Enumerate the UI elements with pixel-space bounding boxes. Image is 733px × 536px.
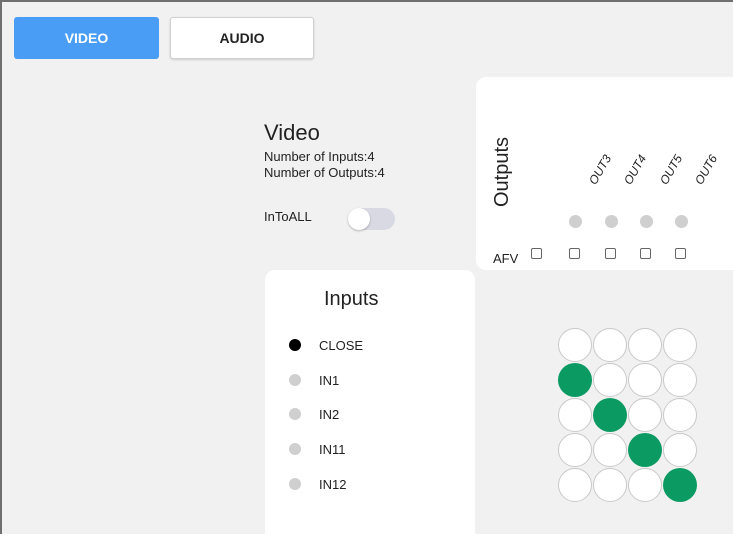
matrix-cell[interactable] <box>628 328 662 362</box>
matrix-cell[interactable] <box>558 468 592 502</box>
matrix-cell[interactable] <box>628 398 662 432</box>
output-status-dot <box>605 215 618 228</box>
matrix-cell[interactable] <box>663 363 697 397</box>
matrix-cell[interactable] <box>558 398 592 432</box>
input-radio-dot[interactable] <box>289 339 301 351</box>
output-status-dot <box>569 215 582 228</box>
matrix-cell[interactable] <box>593 433 627 467</box>
matrix-cell[interactable] <box>628 468 662 502</box>
tab-audio[interactable]: AUDIO <box>170 17 314 59</box>
output-afv-checkbox[interactable] <box>569 248 580 259</box>
matrix-cell-active[interactable] <box>628 433 662 467</box>
input-label[interactable]: IN2 <box>319 407 339 422</box>
matrix-cell[interactable] <box>558 328 592 362</box>
number-of-outputs: Number of Outputs:4 <box>264 165 385 180</box>
matrix-cell[interactable] <box>628 363 662 397</box>
input-label[interactable]: IN11 <box>319 442 346 457</box>
output-afv-checkbox[interactable] <box>605 248 616 259</box>
matrix-cell-active[interactable] <box>663 468 697 502</box>
afv-checkbox[interactable] <box>531 248 542 259</box>
matrix-cell[interactable] <box>663 328 697 362</box>
input-radio-dot[interactable] <box>289 443 301 455</box>
input-label[interactable]: IN1 <box>319 373 339 388</box>
matrix-cell[interactable] <box>663 433 697 467</box>
output-afv-checkbox[interactable] <box>640 248 651 259</box>
section-title: Video <box>264 120 320 145</box>
intoall-toggle[interactable] <box>348 208 395 230</box>
outputs-title: Outputs <box>491 136 513 207</box>
matrix-cell[interactable] <box>663 398 697 432</box>
input-radio-dot[interactable] <box>289 374 301 386</box>
matrix-cell[interactable] <box>593 363 627 397</box>
matrix-cell-active[interactable] <box>558 363 592 397</box>
output-status-dot <box>640 215 653 228</box>
toggle-knob <box>348 208 370 230</box>
inputs-title: Inputs <box>324 288 379 310</box>
input-label[interactable]: CLOSE <box>319 338 363 353</box>
output-status-dot <box>675 215 688 228</box>
output-afv-checkbox[interactable] <box>675 248 686 259</box>
matrix-cell-active[interactable] <box>593 398 627 432</box>
input-radio-dot[interactable] <box>289 478 301 490</box>
matrix-cell[interactable] <box>558 433 592 467</box>
tab-video[interactable]: VIDEO <box>14 17 159 59</box>
matrix-cell[interactable] <box>593 328 627 362</box>
input-radio-dot[interactable] <box>289 408 301 420</box>
app-frame: VIDEO AUDIO Video Number of Inputs:4 Num… <box>0 0 733 536</box>
matrix-cell[interactable] <box>593 468 627 502</box>
input-label[interactable]: IN12 <box>319 477 346 492</box>
number-of-inputs: Number of Inputs:4 <box>264 149 375 164</box>
intoall-label: InToALL <box>264 209 312 224</box>
afv-label: AFV <box>493 251 519 266</box>
